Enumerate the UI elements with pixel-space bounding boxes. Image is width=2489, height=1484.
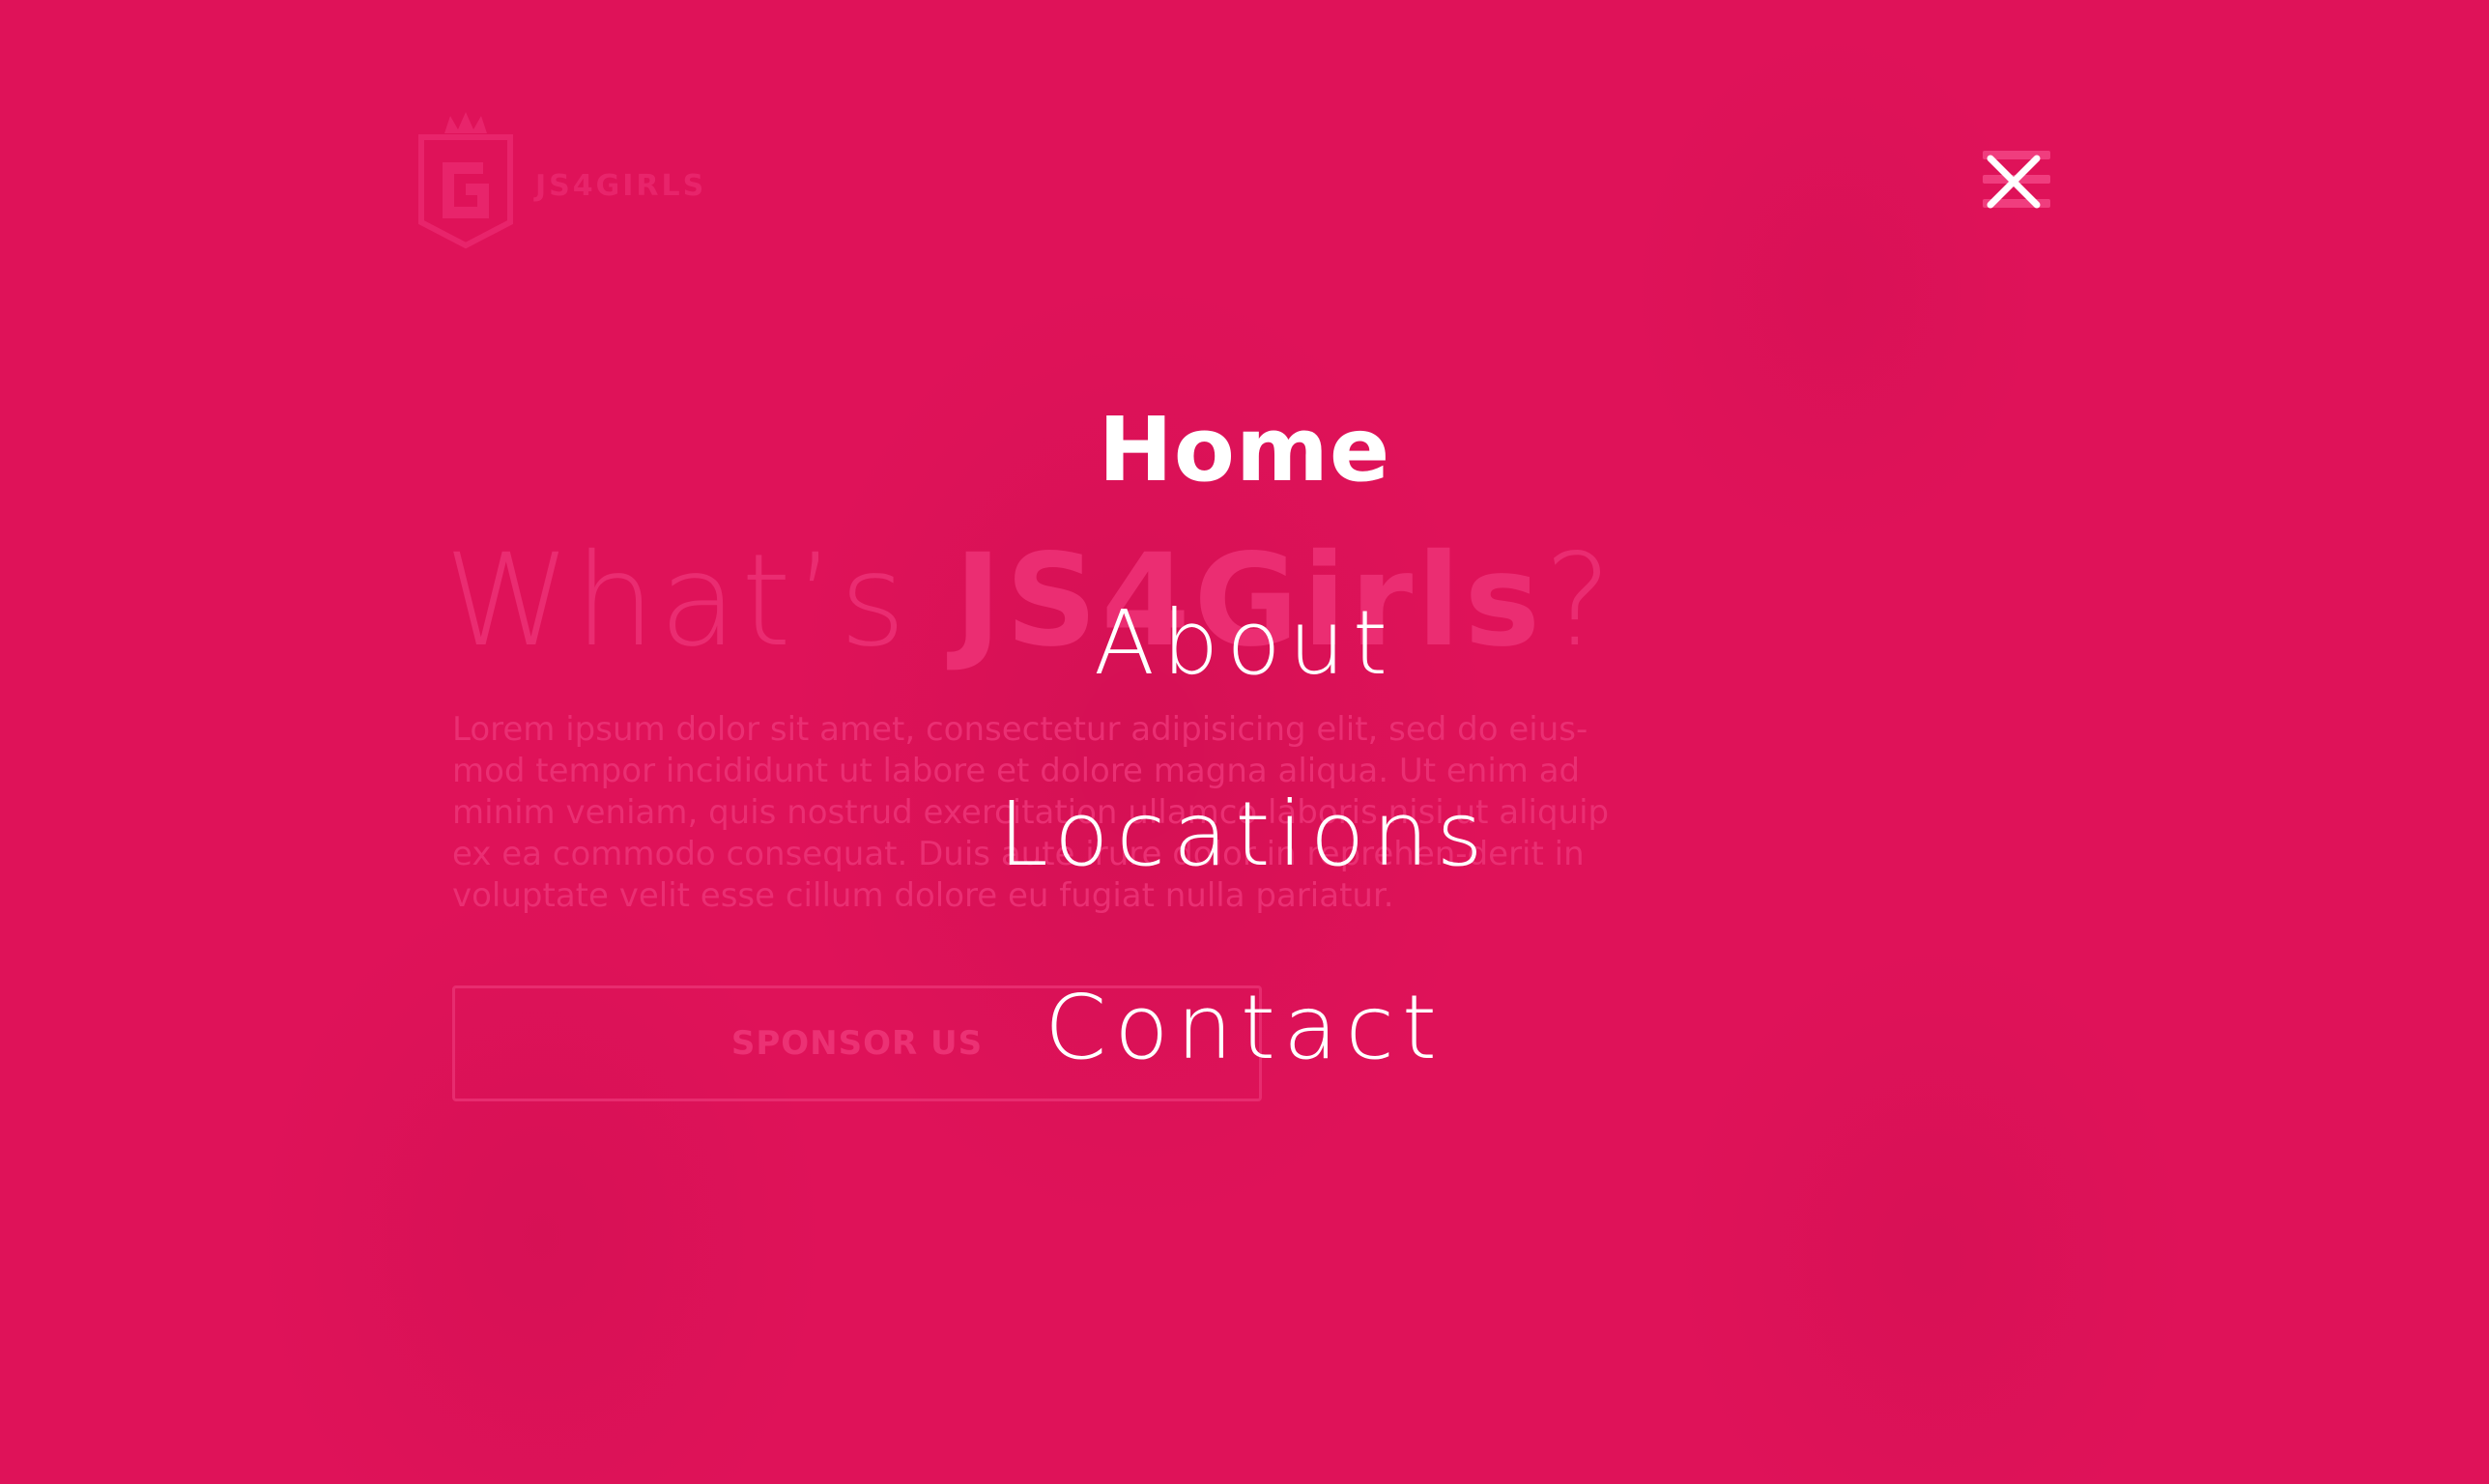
page: JS4GIRLS What’s JS4Girls? Lorem ipsum do… (0, 0, 2489, 1484)
nav-item-locations[interactable]: Locations (0, 790, 2489, 879)
close-icon[interactable] (1983, 151, 2045, 213)
site-logo[interactable]: JS4GIRLS (415, 108, 706, 251)
nav-item-contact[interactable]: Contact (0, 984, 2489, 1072)
logo-text: JS4GIRLS (535, 168, 707, 203)
nav-item-home[interactable]: Home (0, 406, 2489, 495)
nav-item-about[interactable]: About (0, 599, 2489, 688)
shield-crown-g-logo-icon (418, 112, 513, 249)
